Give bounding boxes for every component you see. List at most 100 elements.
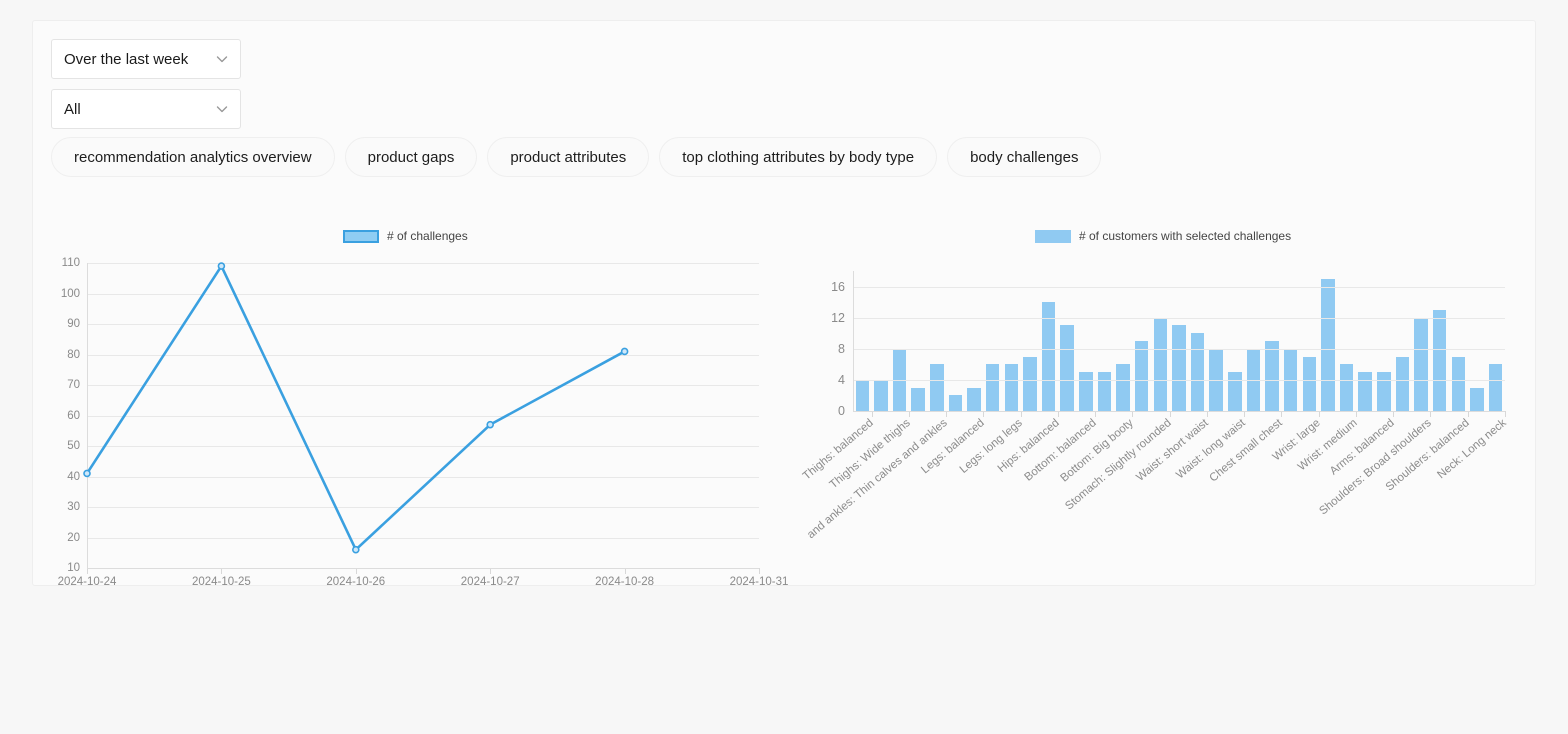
x-axis-tick-label: Arms: balanced — [1328, 417, 1397, 478]
tab-body-challenges[interactable]: body challenges — [947, 137, 1102, 177]
bar[interactable] — [855, 379, 870, 411]
bar[interactable] — [1265, 341, 1279, 411]
bar[interactable] — [1079, 372, 1093, 411]
y-axis-tick-label: 12 — [831, 310, 845, 325]
legend-swatch-icon — [343, 229, 379, 243]
bar[interactable] — [1116, 364, 1130, 411]
y-axis-tick-label: 40 — [67, 470, 80, 483]
bar[interactable] — [985, 364, 1000, 411]
bar-slot — [1058, 271, 1077, 411]
bar[interactable] — [1023, 356, 1037, 411]
x-axis-tick-label: and ankles: Thin calves and ankles — [805, 417, 950, 542]
y-axis-tick-label: 0 — [838, 404, 845, 418]
bar[interactable] — [1190, 333, 1205, 411]
y-axis-tick-label: 4 — [838, 372, 845, 387]
bar[interactable] — [1470, 387, 1484, 411]
bar[interactable] — [1302, 356, 1317, 411]
x-axis-tick-label: 2024-10-28 — [595, 576, 655, 588]
x-axis-tick-label: 2024-10-25 — [191, 576, 251, 588]
chevron-down-icon — [214, 101, 230, 117]
y-axis-tick-label: 30 — [67, 501, 80, 513]
bar-slot — [1393, 271, 1412, 411]
bar-slot — [1021, 271, 1040, 411]
bar-plot-area: Thighs: balanced Thighs: Wide thighs and a… — [801, 271, 1509, 541]
y-axis-tick-label: 80 — [67, 348, 80, 361]
bar-slot — [1207, 271, 1226, 411]
tab-product-attributes[interactable]: product attributes — [487, 137, 650, 177]
bar-slot — [1039, 271, 1058, 411]
bar[interactable] — [967, 387, 981, 411]
date-range-select[interactable]: Over the last week — [51, 39, 241, 79]
bar-slot — [853, 271, 872, 411]
bar[interactable] — [1339, 364, 1354, 411]
x-axis-line — [853, 411, 1505, 412]
challenges-line-chart: # of challenges 10 20 30 40 50 60 70 80 90 100 110… — [51, 201, 789, 588]
bar-chart-legend: # of customers with selected challenges — [1035, 229, 1291, 243]
bar[interactable] — [948, 395, 963, 411]
bar[interactable] — [1097, 372, 1112, 411]
data-point-marker — [351, 545, 360, 554]
y-axis-tick-label: 90 — [67, 318, 80, 330]
bar-slot — [872, 271, 891, 411]
bar-slot — [965, 271, 984, 411]
bar-slot — [1263, 271, 1282, 411]
bar[interactable] — [1488, 364, 1503, 411]
y-axis-line — [853, 271, 854, 411]
bar[interactable] — [1060, 325, 1074, 411]
scope-select[interactable]: All — [51, 89, 241, 129]
bar[interactable] — [911, 387, 925, 411]
y-axis-tick-label: 60 — [67, 409, 80, 422]
bar[interactable] — [1153, 317, 1168, 411]
x-axis-tick-label: 2024-10-24 — [57, 576, 117, 588]
bar[interactable] — [1172, 325, 1186, 411]
x-axis-tick — [759, 568, 760, 574]
tab-label: recommendation analytics overview — [74, 148, 312, 166]
bar-slot — [890, 271, 909, 411]
y-axis-tick-label: 20 — [67, 531, 80, 544]
bar[interactable] — [1134, 341, 1149, 411]
bar-series — [853, 271, 1505, 411]
tab-recommendation-analytics-overview[interactable]: recommendation analytics overview — [51, 137, 335, 177]
gridline — [853, 317, 1505, 319]
chevron-down-icon — [214, 51, 230, 67]
dashboard-card: Over the last week All recommendation an… — [32, 20, 1536, 588]
bar[interactable] — [1321, 278, 1335, 411]
bar[interactable] — [1377, 372, 1391, 411]
legend-label: # of customers with selected challenges — [1079, 229, 1292, 243]
bar[interactable] — [1414, 317, 1428, 411]
bar[interactable] — [1358, 372, 1372, 411]
tab-product-gaps[interactable]: product gaps — [344, 137, 478, 177]
bar[interactable] — [1004, 364, 1019, 411]
bar[interactable] — [1228, 372, 1242, 411]
bar-slot — [1002, 271, 1021, 411]
bar-slot — [1375, 271, 1394, 411]
line-chart-legend: # of challenges — [343, 229, 468, 243]
bar[interactable] — [1432, 309, 1447, 411]
bar-slot — [1077, 271, 1096, 411]
gridline — [853, 379, 1505, 381]
bar-slot — [1095, 271, 1114, 411]
scope-value: All — [64, 100, 81, 118]
bar-slot — [1449, 271, 1468, 411]
y-axis-tick-label: 50 — [67, 440, 80, 452]
x-axis-tick-label: 2024-10-31 — [729, 576, 789, 588]
bar-slot — [983, 271, 1002, 411]
bar[interactable] — [1451, 356, 1466, 411]
tab-label: product attributes — [510, 148, 627, 166]
gridline — [853, 348, 1505, 350]
bar-slot — [1132, 271, 1151, 411]
bar-slot — [1170, 271, 1189, 411]
bar[interactable] — [1395, 356, 1410, 411]
bar[interactable] — [874, 379, 888, 411]
bar-slot — [928, 271, 947, 411]
data-point-marker — [83, 469, 91, 478]
y-axis-tick-label: 110 — [61, 257, 80, 269]
bar[interactable] — [930, 364, 944, 411]
y-axis-tick-label: 8 — [838, 341, 845, 356]
bar-slot — [1300, 271, 1319, 411]
tab-top-clothing-attributes-by-body-type[interactable]: top clothing attributes by body type — [659, 137, 938, 177]
x-axis-tick-label: 2024-10-27 — [460, 576, 520, 588]
bar-slot — [1412, 271, 1431, 411]
y-axis-tick-label: 100 — [60, 287, 80, 300]
data-point-marker — [486, 420, 495, 429]
